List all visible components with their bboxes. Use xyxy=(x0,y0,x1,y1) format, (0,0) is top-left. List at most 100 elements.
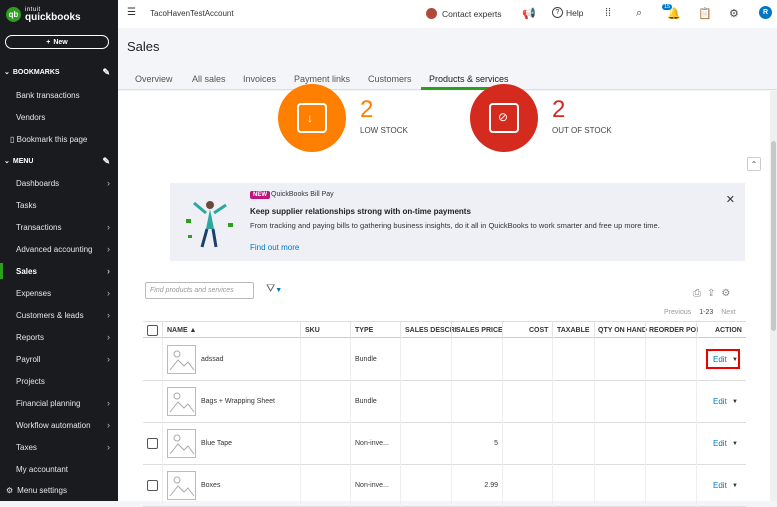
sidebar-item-label: My accountant xyxy=(16,465,69,474)
product-type: Non-inve... xyxy=(355,482,389,489)
sidebar-item-my-accountant[interactable]: My accountant xyxy=(16,465,114,474)
filter-button[interactable]: ⛛▼ xyxy=(266,283,282,296)
tab-products-services[interactable]: Products & services xyxy=(429,74,509,84)
collapse-chevron-up-icon[interactable]: ⌃ xyxy=(747,157,761,171)
header-name[interactable]: NAME ▲ xyxy=(167,327,196,334)
chevron-right-icon: › xyxy=(107,398,110,408)
menu-settings-label: Menu settings xyxy=(17,486,67,495)
bookmarks-section-header[interactable]: ⌄ BOOKMARKS ✎ xyxy=(4,67,114,78)
caret-down-icon[interactable]: ▼ xyxy=(732,483,738,489)
menu-toggle-icon[interactable]: ☰ xyxy=(127,7,136,18)
sidebar-item-vendors[interactable]: Vendors xyxy=(16,113,114,122)
sidebar-item-projects[interactable]: Projects xyxy=(16,377,114,386)
low-stock-tile[interactable]: ↓ xyxy=(278,84,346,152)
tab-payment-links[interactable]: Payment links xyxy=(294,74,350,84)
new-button[interactable]: + New xyxy=(5,35,109,49)
sidebar-item-financial-planning[interactable]: Financial planning › xyxy=(16,398,114,408)
header-type[interactable]: TYPE xyxy=(355,327,373,334)
sidebar-item-taxes[interactable]: Taxes › xyxy=(16,442,114,452)
sidebar-item-label: Sales xyxy=(16,267,37,276)
sidebar-item-customers-leads[interactable]: Customers & leads › xyxy=(16,310,114,320)
scrollbar[interactable] xyxy=(770,91,777,501)
search-products-input[interactable]: Find products and services xyxy=(145,282,254,299)
low-stock-label: LOW STOCK xyxy=(360,126,408,135)
tab-overview[interactable]: Overview xyxy=(135,74,173,84)
header-qty-on-hand[interactable]: QTY ON HAND xyxy=(598,327,647,334)
menu-settings[interactable]: ⚙ Menu settings xyxy=(6,486,67,495)
select-all-checkbox[interactable] xyxy=(147,325,158,336)
company-name: TacoHavenTestAccount xyxy=(150,9,234,18)
sidebar-item-transactions[interactable]: Transactions › xyxy=(16,222,114,232)
chevron-right-icon: › xyxy=(107,244,110,254)
sidebar-item-reports[interactable]: Reports › xyxy=(16,332,114,342)
header-sales-price[interactable]: SALES PRICE xyxy=(456,327,503,334)
scrollbar-thumb[interactable] xyxy=(771,141,776,331)
left-sidebar: qb intuit quickbooks + New ⌄ BOOKMARKS ✎ B… xyxy=(0,0,118,501)
sidebar-item-bank-transactions[interactable]: Bank transactions xyxy=(16,91,114,100)
quickbooks-logo[interactable]: qb intuit quickbooks xyxy=(6,6,81,23)
apps-grid-icon[interactable]: ⁞⁞ xyxy=(605,7,611,19)
header-reorder-point[interactable]: REORDER POI xyxy=(649,327,698,334)
gear-icon[interactable]: ⚙ xyxy=(729,7,739,20)
header-taxable[interactable]: TAXABLE xyxy=(557,327,590,334)
header-sales-description[interactable]: SALES DESCRI xyxy=(405,327,457,334)
edit-menu-icon[interactable]: ✎ xyxy=(102,156,110,167)
find-out-more-link[interactable]: Find out more xyxy=(250,243,299,252)
close-icon[interactable]: ✕ xyxy=(726,193,735,206)
clipboard-icon[interactable]: 📋 xyxy=(698,7,712,20)
sidebar-item-tasks[interactable]: Tasks xyxy=(16,201,114,210)
out-of-stock-count[interactable]: 2 xyxy=(552,96,565,124)
sidebar-item-sales[interactable]: Sales › xyxy=(16,266,114,276)
table-row[interactable]: Bags + Wrapping Sheet Bundle Edit ▼ xyxy=(143,381,746,423)
sidebar-item-payroll[interactable]: Payroll › xyxy=(16,354,114,364)
help-button[interactable]: ? Help xyxy=(552,7,583,18)
sidebar-item-label: Reports xyxy=(16,333,45,342)
megaphone-icon[interactable]: 📢 xyxy=(522,7,536,20)
tab-customers[interactable]: Customers xyxy=(368,74,412,84)
header-cost[interactable]: COST xyxy=(529,327,548,334)
menu-label: MENU xyxy=(12,157,34,165)
sidebar-item-workflow-automation[interactable]: Workflow automation › xyxy=(16,420,114,430)
search-icon[interactable]: ⌕ xyxy=(636,7,642,20)
header-sku[interactable]: SKU xyxy=(305,327,320,334)
active-indicator xyxy=(0,263,3,279)
box-blocked-icon: ⊘ xyxy=(489,103,519,133)
gear-icon: ⚙ xyxy=(6,486,14,495)
sidebar-item-label: Projects xyxy=(16,377,45,386)
sidebar-item-bookmark-this-page[interactable]: ▯ Bookmark this page xyxy=(10,135,108,144)
out-of-stock-tile[interactable]: ⊘ xyxy=(470,84,538,152)
sidebar-item-advanced-accounting[interactable]: Advanced accounting › xyxy=(16,244,114,254)
sidebar-item-label: Financial planning xyxy=(16,399,81,408)
settings-icon[interactable]: ⚙ xyxy=(721,288,730,299)
edit-button[interactable]: Edit xyxy=(713,439,727,448)
product-name: adssad xyxy=(201,356,224,363)
print-icon[interactable]: ⎙ xyxy=(693,288,701,299)
tab-all-sales[interactable]: All sales xyxy=(192,74,226,84)
menu-section-header[interactable]: ⌄ MENU ✎ xyxy=(4,156,114,167)
edit-bookmarks-icon[interactable]: ✎ xyxy=(102,67,110,78)
caret-down-icon[interactable]: ▼ xyxy=(732,399,738,405)
contact-experts-button[interactable]: Contact experts xyxy=(426,8,502,19)
export-icon[interactable]: ⇪ xyxy=(707,288,715,299)
sidebar-item-label: Expenses xyxy=(16,289,52,298)
product-sales-price: 5 xyxy=(494,440,498,447)
next-page-link[interactable]: Next xyxy=(721,309,735,316)
edit-button[interactable]: Edit xyxy=(713,397,727,406)
caret-down-icon[interactable]: ▼ xyxy=(732,441,738,447)
promo-product: QuickBooks Bill Pay xyxy=(271,191,334,198)
edit-button[interactable]: Edit xyxy=(713,481,727,490)
row-checkbox[interactable] xyxy=(147,438,158,449)
previous-page-link[interactable]: Previous xyxy=(664,309,691,316)
low-stock-count[interactable]: 2 xyxy=(360,96,373,124)
row-checkbox[interactable] xyxy=(147,480,158,491)
table-row[interactable]: Blue Tape Non-inve... 5 Edit ▼ xyxy=(143,423,746,465)
chevron-right-icon: › xyxy=(107,310,110,320)
sidebar-item-dashboards[interactable]: Dashboards › xyxy=(16,178,114,188)
chevron-right-icon: › xyxy=(107,442,110,452)
product-image-placeholder-icon xyxy=(167,345,196,374)
sidebar-item-expenses[interactable]: Expenses › xyxy=(16,288,114,298)
table-header: NAME ▲ SKU TYPE SALES DESCRI SALES PRICE… xyxy=(143,321,746,339)
user-avatar[interactable]: R xyxy=(759,6,772,19)
tab-invoices[interactable]: Invoices xyxy=(243,74,276,84)
table-row[interactable]: adssad Bundle Edit ▼ xyxy=(143,339,746,381)
